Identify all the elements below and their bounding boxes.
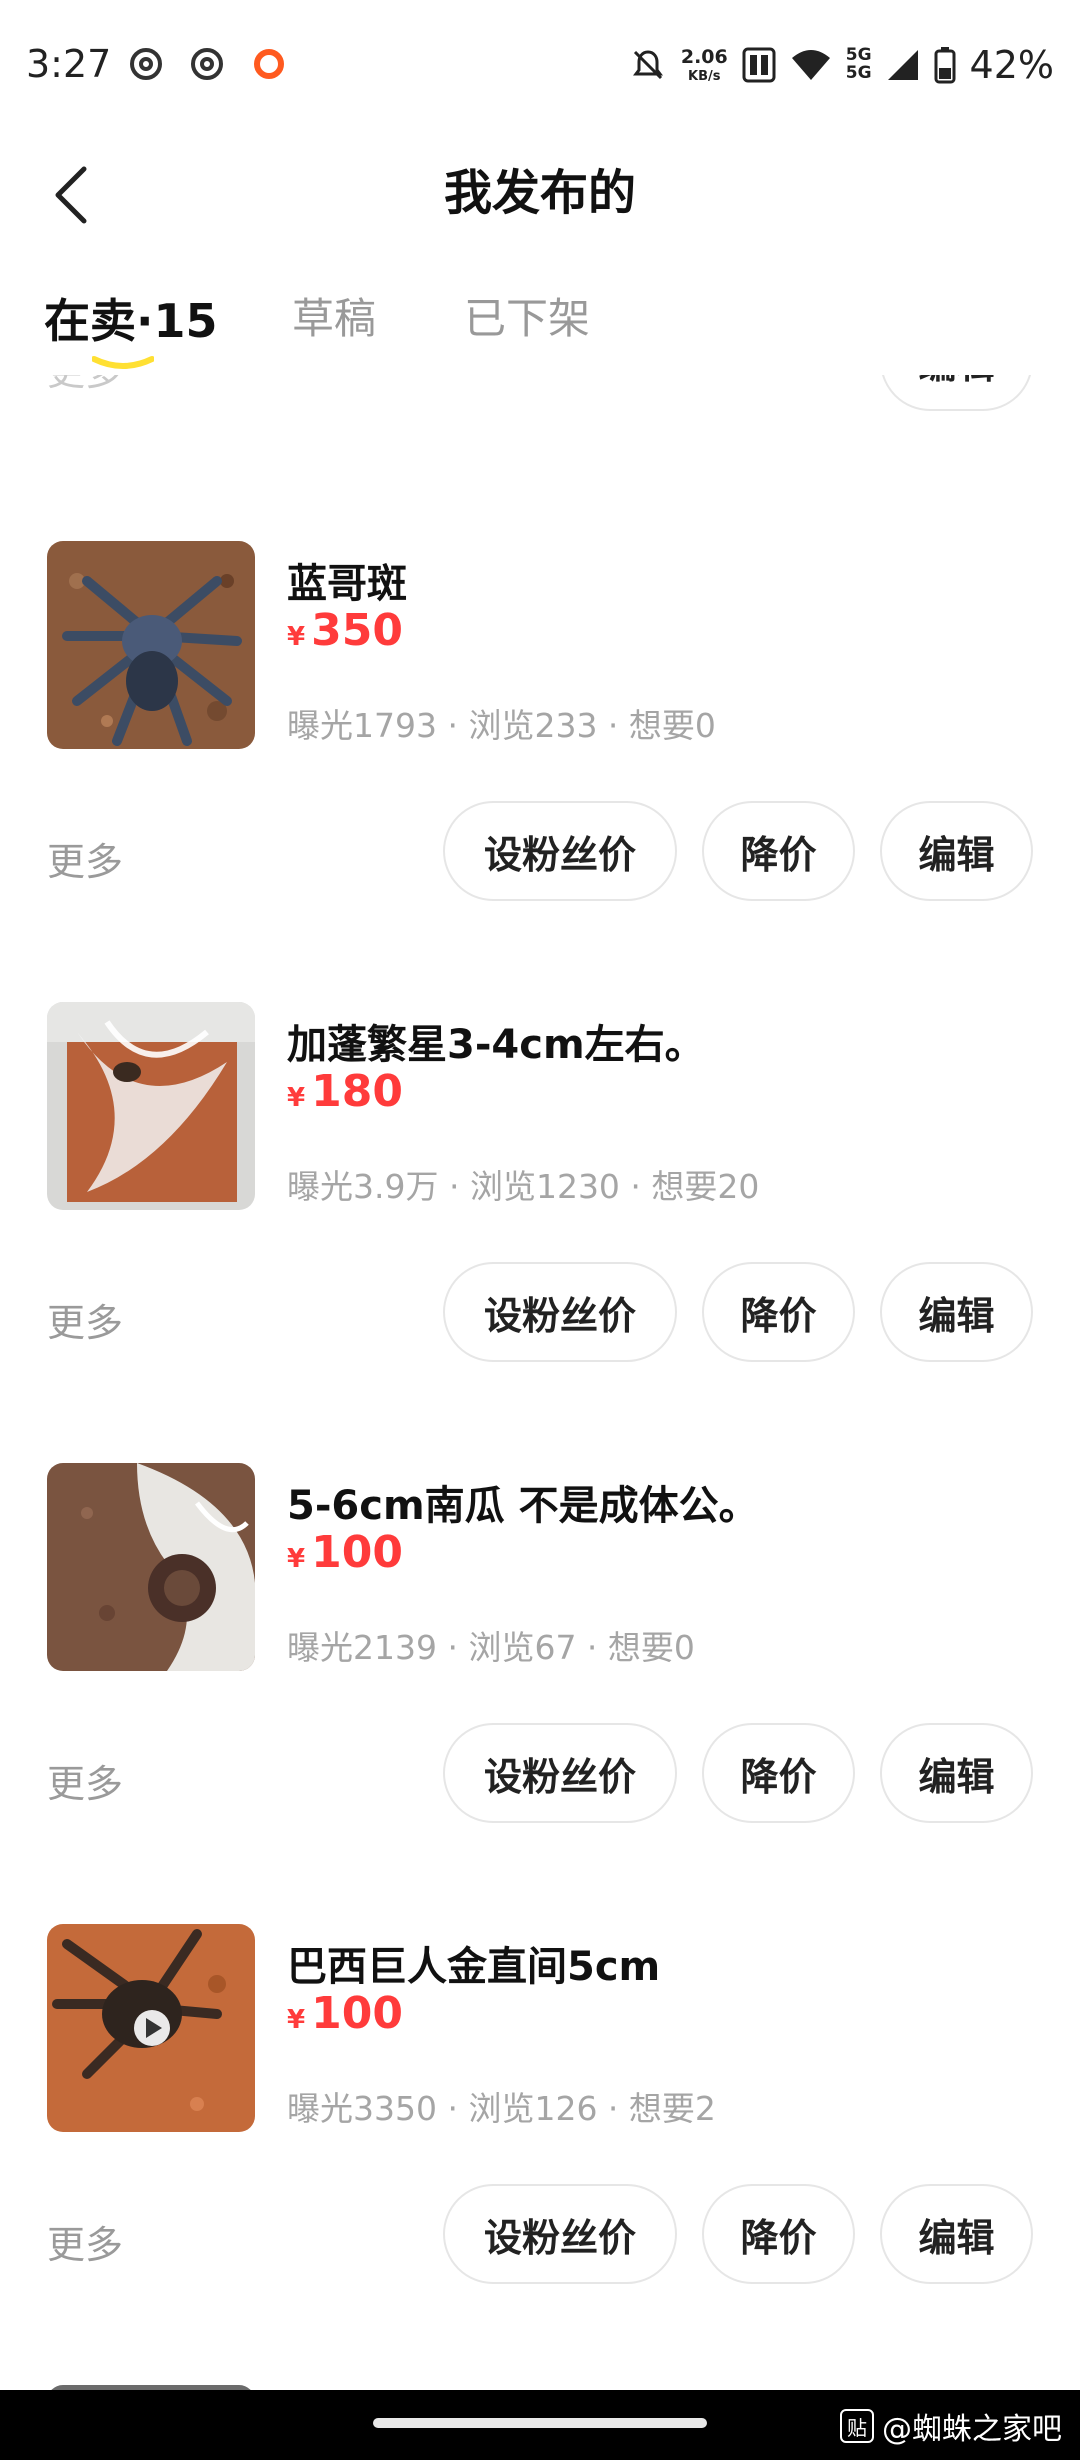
item-price: ¥ 180 [287, 1066, 403, 1117]
tarantula-photo [47, 1002, 255, 1210]
item-title: 蓝哥斑 [287, 561, 407, 607]
item-stats: 曝光3350 · 浏览126 · 想要2 [287, 2089, 716, 2128]
net-speed-unit: KB/s [688, 68, 721, 84]
price-value: 100 [311, 1988, 403, 2039]
more-link[interactable]: 更多 [47, 831, 123, 886]
reduce-price-button[interactable]: 降价 [702, 2184, 855, 2284]
item-title: 加蓬繁星3-4cm左右。 [287, 1022, 705, 1068]
more-link[interactable]: 更多 [47, 1753, 123, 1808]
currency-symbol: ¥ [287, 1083, 306, 1113]
listing-item[interactable]: 5-6cm南瓜 不是成体公。 ¥ 100 曝光2139 · 浏览67 · 想要0… [0, 1463, 1080, 1923]
tab-removed[interactable]: 已下架 [464, 285, 590, 346]
more-link[interactable]: 更多 [47, 2214, 123, 2269]
item-stats: 曝光2139 · 浏览67 · 想要0 [287, 1628, 695, 1667]
listing-item[interactable]: 巴西巨人金直间5cm ¥ 100 曝光3350 · 浏览126 · 想要2 更多… [0, 1924, 1080, 2384]
cell-signal-icon [887, 50, 918, 80]
set-fan-price-button[interactable]: 设粉丝价 [443, 1723, 677, 1823]
item-thumbnail[interactable] [47, 1924, 255, 2132]
set-fan-price-button[interactable]: 设粉丝价 [443, 801, 677, 901]
edit-button[interactable]: 编辑 [880, 2184, 1033, 2284]
currency-symbol: ¥ [287, 2005, 306, 2035]
more-link[interactable]: 更多 [47, 1292, 123, 1347]
net-speed: 2.06 KB/s [680, 45, 728, 84]
bell-muted-icon [632, 50, 663, 80]
item-thumbnail[interactable] [47, 541, 255, 749]
reduce-price-button[interactable]: 降价 [702, 1262, 855, 1362]
item-price: ¥ 100 [287, 1988, 403, 2039]
app-swirl-icon [130, 48, 162, 80]
item-title: 5-6cm南瓜 不是成体公。 [287, 1483, 759, 1529]
status-right-group: 2.06 KB/s 5G 5G 42% [629, 40, 1054, 90]
app-ring-icon [254, 49, 284, 79]
currency-symbol: ¥ [287, 622, 306, 652]
system-nav-bar: 贴 @蜘蛛之家吧 [0, 2390, 1080, 2460]
tab-bar: 在卖·15 草稿 已下架 [0, 275, 1080, 375]
item-title: 巴西巨人金直间5cm [287, 1944, 661, 1990]
page-title: 我发布的 [443, 165, 636, 221]
item-stats: 曝光1793 · 浏览233 · 想要0 [287, 706, 716, 745]
reduce-price-button[interactable]: 降价 [702, 1723, 855, 1823]
edit-button[interactable]: 编辑 [880, 1723, 1033, 1823]
price-value: 180 [311, 1066, 403, 1117]
home-indicator[interactable] [373, 2418, 707, 2428]
tieba-icon: 贴 [840, 2409, 874, 2443]
currency-symbol: ¥ [287, 1544, 306, 1574]
network-type-2: 5G [845, 63, 872, 83]
app-swirl-icon [191, 48, 223, 80]
status-bar: 3:27 2.06 KB/s 5G 5G 42% [0, 0, 1080, 135]
edit-button[interactable]: 编辑 [880, 375, 1033, 411]
edit-button[interactable]: 编辑 [880, 1262, 1033, 1362]
tarantula-photo [47, 1924, 255, 2132]
item-price: ¥ 100 [287, 1527, 403, 1578]
status-time: 3:27 [26, 42, 112, 86]
battery-percent: 42% [969, 43, 1054, 87]
tab-on-sale[interactable]: 在卖·15 [44, 285, 218, 351]
cell-network-type: 5G 5G [845, 46, 872, 83]
listing-list: 更多 编辑 蓝哥斑 ¥ 350 曝光1793 · 浏览233 · 想要0 更多 … [0, 375, 1080, 2390]
net-speed-value: 2.06 [680, 45, 728, 68]
tab-active-indicator [92, 356, 154, 369]
set-fan-price-button[interactable]: 设粉丝价 [443, 2184, 677, 2284]
more-link[interactable]: 更多 [47, 375, 123, 396]
item-thumbnail[interactable] [47, 1463, 255, 1671]
reduce-price-button[interactable]: 降价 [702, 801, 855, 901]
set-fan-price-button[interactable]: 设粉丝价 [443, 1262, 677, 1362]
item-stats: 曝光3.9万 · 浏览1230 · 想要20 [287, 1167, 760, 1206]
edit-button[interactable]: 编辑 [880, 801, 1033, 901]
item-thumbnail[interactable] [47, 1002, 255, 1210]
wifi-icon [791, 50, 830, 80]
tarantula-photo [47, 541, 255, 749]
hd-icon [742, 47, 776, 83]
item-price: ¥ 350 [287, 605, 403, 656]
watermark-text: @蜘蛛之家吧 [882, 2412, 1062, 2447]
price-value: 350 [311, 605, 403, 656]
battery-icon [934, 47, 956, 84]
header: 我发布的 [0, 135, 1080, 275]
price-value: 100 [311, 1527, 403, 1578]
listing-item[interactable]: 蓝哥斑 ¥ 350 曝光1793 · 浏览233 · 想要0 更多 设粉丝价 降… [0, 541, 1080, 1001]
listing-item[interactable]: 加蓬繁星3-4cm左右。 ¥ 180 曝光3.9万 · 浏览1230 · 想要2… [0, 1002, 1080, 1462]
watermark: 贴 @蜘蛛之家吧 [840, 2404, 1062, 2448]
tarantula-photo [47, 1463, 255, 1671]
tab-drafts[interactable]: 草稿 [292, 285, 376, 346]
